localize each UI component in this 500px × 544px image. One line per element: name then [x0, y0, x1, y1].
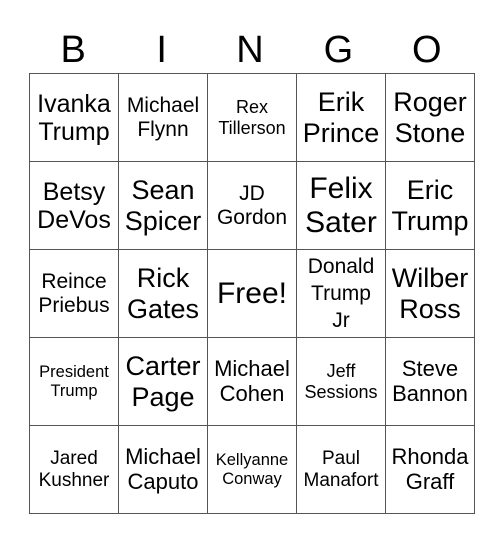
cell-text: Michael Cohen — [214, 355, 290, 406]
cell-text: Michael Caputo — [125, 443, 201, 494]
header-letter-g: G — [323, 29, 354, 71]
bingo-cell[interactable]: Ivanka Trump — [29, 73, 119, 162]
cell-text: Wilber Ross — [391, 263, 469, 324]
free-cell[interactable]: Free! — [207, 249, 297, 338]
cell-text: Felix Sater — [305, 171, 377, 239]
bingo-cell[interactable]: Kellyanne Conway — [207, 425, 297, 514]
cell-text: Rex Tillerson — [218, 97, 286, 138]
cell-text: Donald Trump Jr — [307, 254, 375, 333]
grid-row: Jared Kushner Michael Caputo Kellyanne C… — [29, 425, 475, 514]
bingo-cell[interactable]: Wilber Ross — [385, 249, 475, 338]
bingo-cell[interactable]: Steve Bannon — [385, 337, 475, 426]
bingo-cell[interactable]: Jared Kushner — [29, 425, 119, 514]
bingo-cell[interactable]: Michael Cohen — [207, 337, 297, 426]
bingo-cell[interactable]: Betsy DeVos — [29, 161, 119, 250]
bingo-cell[interactable]: Paul Manafort — [296, 425, 386, 514]
cell-text: Rick Gates — [126, 263, 200, 324]
bingo-header: B I N G O — [29, 28, 471, 72]
bingo-cell[interactable]: Rick Gates — [118, 249, 208, 338]
cell-text: President Trump — [39, 363, 109, 400]
bingo-cell[interactable]: Roger Stone — [385, 73, 475, 162]
cell-text: Sean Spicer — [124, 175, 202, 236]
bingo-cell[interactable]: Jeff Sessions — [296, 337, 386, 426]
cell-text: Betsy DeVos — [37, 177, 111, 234]
cell-text: Rhonda Graff — [391, 443, 469, 494]
bingo-cell[interactable]: Rhonda Graff — [385, 425, 475, 514]
cell-text: Eric Trump — [391, 175, 469, 236]
bingo-grid: Ivanka Trump Michael Flynn Rex Tillerson… — [29, 73, 475, 514]
grid-row: Betsy DeVos Sean Spicer JD Gordon Felix … — [29, 161, 475, 250]
cell-text: Jeff Sessions — [304, 361, 378, 402]
bingo-cell[interactable]: Erik Prince — [296, 73, 386, 162]
bingo-cell[interactable]: Carter Page — [118, 337, 208, 426]
cell-text: Michael Flynn — [126, 93, 200, 141]
bingo-cell[interactable]: President Trump — [29, 337, 119, 426]
header-letter-b: B — [60, 29, 86, 71]
cell-text: Reince Priebus — [38, 269, 110, 317]
bingo-cell[interactable]: Michael Flynn — [118, 73, 208, 162]
cell-text: Carter Page — [125, 351, 201, 412]
grid-row: Ivanka Trump Michael Flynn Rex Tillerson… — [29, 73, 475, 162]
bingo-cell[interactable]: Michael Caputo — [118, 425, 208, 514]
cell-text: Steve Bannon — [392, 355, 468, 406]
cell-text: Ivanka Trump — [37, 89, 111, 146]
cell-text: Kellyanne Conway — [215, 451, 289, 488]
grid-row: President Trump Carter Page Michael Cohe… — [29, 337, 475, 426]
bingo-cell[interactable]: Reince Priebus — [29, 249, 119, 338]
bingo-cell[interactable]: JD Gordon — [207, 161, 297, 250]
bingo-cell[interactable]: Eric Trump — [385, 161, 475, 250]
bingo-cell[interactable]: Felix Sater — [296, 161, 386, 250]
bingo-cell[interactable]: Rex Tillerson — [207, 73, 297, 162]
cell-text: Jared Kushner — [38, 448, 110, 491]
cell-text: JD Gordon — [216, 181, 288, 229]
cell-text: Paul Manafort — [303, 448, 379, 491]
header-letter-o: O — [412, 29, 442, 71]
cell-text: Roger Stone — [393, 87, 467, 148]
header-letter-n: N — [236, 29, 264, 71]
grid-row: Reince Priebus Rick Gates Free! Donald T… — [29, 249, 475, 338]
cell-text: Free! — [216, 276, 288, 310]
bingo-cell[interactable]: Donald Trump Jr — [296, 249, 386, 338]
cell-text: Erik Prince — [302, 87, 380, 148]
header-letter-i: I — [156, 29, 167, 71]
bingo-cell[interactable]: Sean Spicer — [118, 161, 208, 250]
